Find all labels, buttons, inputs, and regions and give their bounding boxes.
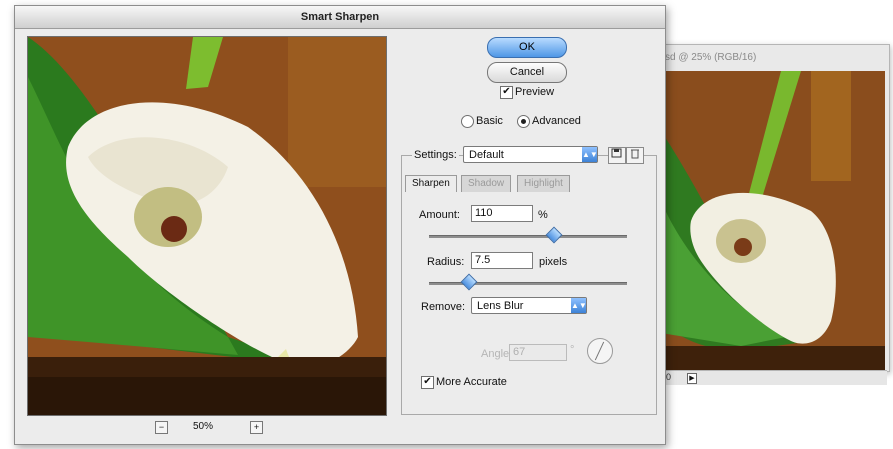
save-icon[interactable] xyxy=(608,147,626,164)
preview-image[interactable] xyxy=(27,36,387,416)
angle-label: Angle: xyxy=(481,348,513,360)
advanced-radio[interactable] xyxy=(517,115,530,128)
document-window: sd @ 25% (RGB/16) 50 ▶ xyxy=(646,44,890,385)
preview-label: Preview xyxy=(515,86,555,98)
preview-checkbox[interactable]: ✔ xyxy=(500,86,513,99)
angle-field[interactable]: 67 xyxy=(509,344,567,361)
amount-field[interactable]: 110 xyxy=(471,205,533,222)
smart-sharpen-dialog: Smart Sharpen − 50% + OK Cancel ✔ Previe… xyxy=(14,5,666,445)
radius-slider[interactable] xyxy=(429,282,627,285)
settings-select[interactable]: Default ▲▼ xyxy=(463,146,598,163)
radius-unit: pixels xyxy=(539,256,568,268)
tab-highlight[interactable]: Highlight xyxy=(517,175,570,192)
ok-button[interactable]: OK xyxy=(487,37,567,58)
calla-lily-small-image xyxy=(661,71,885,373)
zoom-out-button[interactable]: − xyxy=(155,421,168,434)
trash-icon[interactable] xyxy=(626,147,644,164)
dialog-title: Smart Sharpen xyxy=(300,11,380,23)
more-accurate-checkbox[interactable]: ✔ xyxy=(421,376,434,389)
document-image xyxy=(661,71,885,373)
more-accurate-label: More Accurate xyxy=(436,376,507,388)
cancel-button[interactable]: Cancel xyxy=(487,62,567,83)
document-title: sd @ 25% (RGB/16) xyxy=(665,52,757,63)
remove-value: Lens Blur xyxy=(477,300,524,312)
zoom-in-button[interactable]: + xyxy=(250,421,263,434)
calla-lily-image xyxy=(28,37,386,415)
remove-select[interactable]: Lens Blur ▲▼ xyxy=(471,297,587,314)
zoom-controls: − 50% + xyxy=(155,420,265,436)
advanced-label: Advanced xyxy=(532,115,581,127)
document-status-bar: 50 ▶ xyxy=(647,370,887,385)
amount-slider[interactable] xyxy=(429,235,627,238)
angle-unit: ° xyxy=(570,344,575,356)
angle-wheel-icon[interactable] xyxy=(587,338,613,364)
status-arrow-icon[interactable]: ▶ xyxy=(687,373,697,384)
settings-label: Settings: xyxy=(412,149,459,161)
amount-label: Amount: xyxy=(419,209,460,221)
basic-label: Basic xyxy=(476,115,503,127)
dialog-titlebar[interactable]: Smart Sharpen xyxy=(15,6,665,29)
amount-unit: % xyxy=(538,209,548,221)
select-arrow-icon: ▲▼ xyxy=(571,298,587,313)
radius-field[interactable]: 7.5 xyxy=(471,252,533,269)
select-arrow-icon: ▲▼ xyxy=(582,147,598,162)
settings-value: Default xyxy=(469,149,504,161)
tab-shadow[interactable]: Shadow xyxy=(461,175,512,192)
zoom-value: 50% xyxy=(193,421,214,432)
remove-label: Remove: xyxy=(421,301,466,313)
basic-radio[interactable] xyxy=(461,115,474,128)
tab-sharpen[interactable]: Sharpen xyxy=(405,175,457,192)
radius-label: Radius: xyxy=(427,256,465,268)
